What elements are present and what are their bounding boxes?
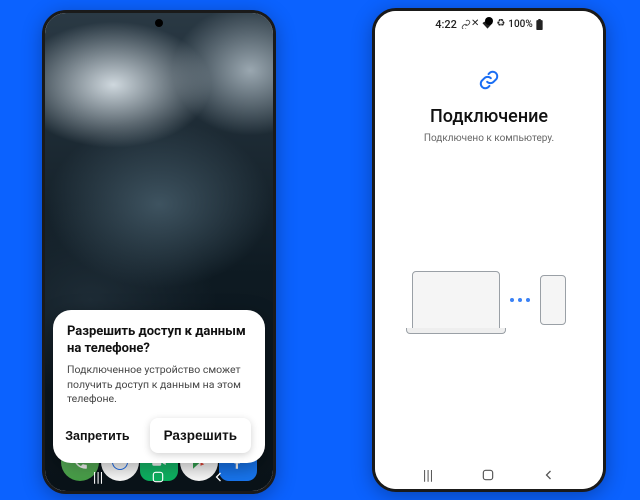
home-button[interactable] (481, 468, 495, 485)
back-button[interactable] (213, 471, 225, 486)
recycle-icon: ♻ (496, 19, 505, 29)
link-icon (478, 69, 500, 96)
phone-left: 2:19 ✕ ♻ 100% (42, 10, 276, 494)
battery-text: 100% (508, 19, 532, 30)
nav-bar: ||| (375, 463, 603, 489)
deny-button[interactable]: Запретить (55, 421, 139, 451)
back-button[interactable] (543, 469, 555, 484)
phone-mini-icon (540, 275, 566, 325)
connection-screen: 4:22 ✕ ♻ 100% Подключение Подключено (375, 11, 603, 489)
status-time: 4:22 (435, 18, 457, 31)
nav-bar: ||| (45, 465, 273, 491)
connection-subtitle: Подключено к компьютеру. (424, 133, 554, 144)
battery-icon (536, 19, 543, 30)
permission-dialog: Разрешить доступ к данным на телефоне? П… (53, 310, 265, 463)
dialog-body: Подключенное устройство сможет получить … (67, 363, 251, 406)
connection-title: Подключение (430, 106, 548, 127)
recents-button[interactable]: ||| (423, 469, 433, 483)
link-status-icon (461, 19, 471, 29)
phone-right: 4:22 ✕ ♻ 100% Подключение Подключено (372, 8, 606, 492)
connection-illustration (375, 271, 603, 329)
laptop-icon (412, 271, 500, 329)
allow-button[interactable]: Разрешить (150, 418, 251, 453)
camera-hole (485, 17, 493, 25)
status-right: ✕ ♻ 100% (471, 19, 543, 30)
home-button[interactable] (151, 470, 165, 487)
dialog-title: Разрешить доступ к данным на телефоне? (67, 324, 251, 358)
dialog-buttons: Запретить Разрешить (67, 418, 251, 453)
vibrate-icon: ✕ (471, 19, 479, 29)
recents-button[interactable]: ||| (93, 471, 103, 485)
transfer-dots-icon (510, 298, 530, 302)
camera-hole (155, 19, 163, 27)
